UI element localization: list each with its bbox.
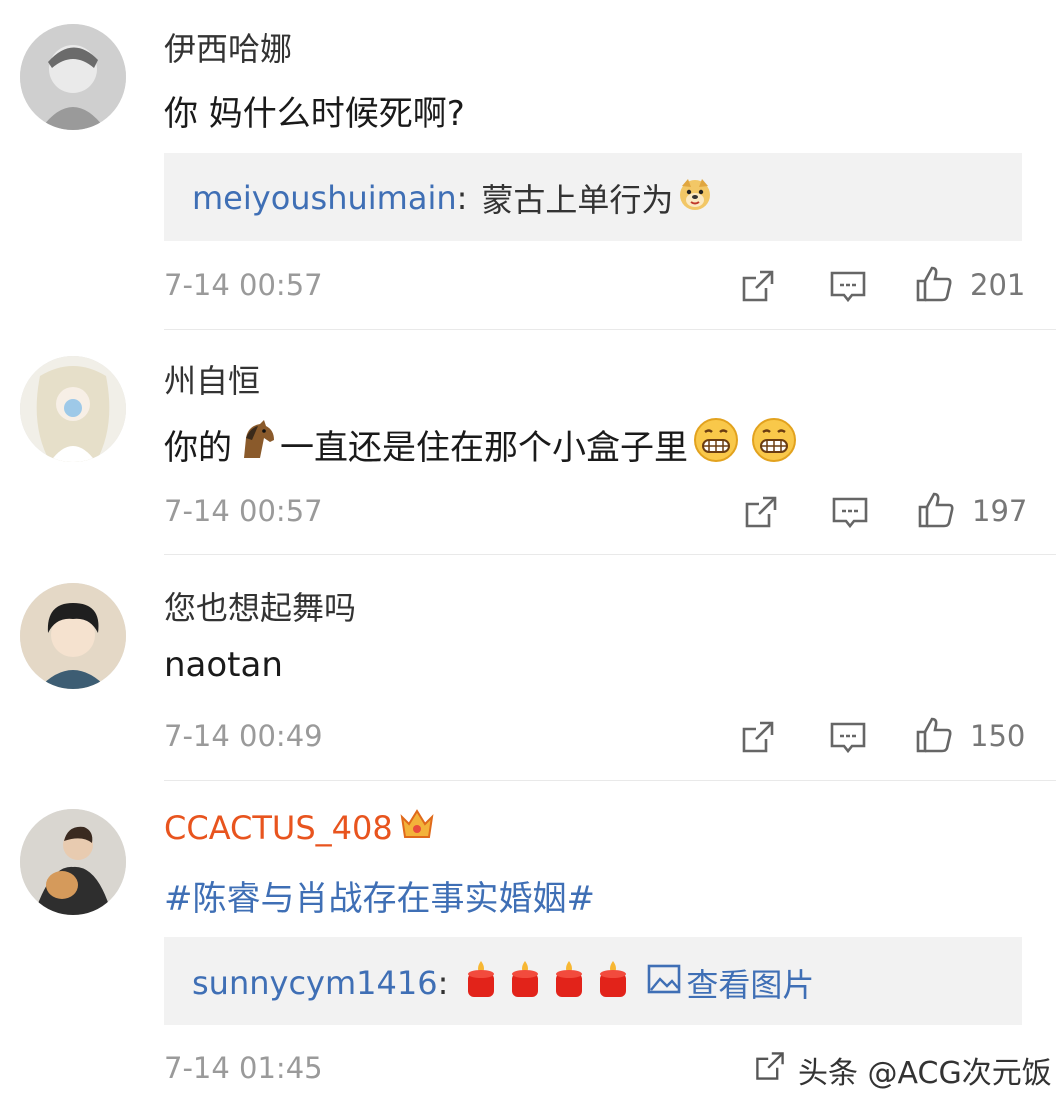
avatar[interactable] [20, 356, 126, 462]
like-icon[interactable] [914, 715, 954, 755]
avatar[interactable] [20, 809, 126, 915]
comment-icon[interactable] [828, 266, 868, 306]
view-image-link[interactable]: 查看图片 [646, 960, 814, 1006]
reply-box[interactable]: meiyoushuimain : 蒙古上单行为 [164, 153, 1022, 241]
username[interactable]: 州自恒 [164, 356, 260, 402]
candle-icon [596, 959, 630, 1007]
comment-text-part: 你的 [164, 428, 232, 468]
comment-text: 你的 一直还是住在那个小盒子里 [164, 416, 798, 473]
username[interactable]: CCACTUS_408 [164, 807, 435, 849]
comment-text-part: 一直还是住在那个小盒子里 [280, 428, 688, 468]
share-icon[interactable] [738, 266, 778, 306]
grin-emoji-icon [692, 416, 740, 473]
timestamp: 7-14 01:45 [164, 1051, 323, 1085]
like-icon[interactable] [916, 490, 956, 530]
reply-box[interactable]: sunnycym1416 : 查看图片 [164, 937, 1022, 1025]
like-count: 150 [970, 719, 1026, 753]
username[interactable]: 您也想起舞吗 [164, 583, 356, 629]
username[interactable]: 伊西哈娜 [164, 24, 292, 70]
avatar[interactable] [20, 24, 126, 130]
share-icon[interactable] [741, 492, 781, 532]
timestamp: 7-14 00:57 [164, 268, 323, 302]
username-label: CCACTUS_408 [164, 809, 393, 847]
like-count: 197 [972, 494, 1028, 528]
candle-icon [552, 959, 586, 1007]
like-count: 201 [970, 268, 1026, 302]
comment-3: 您也想起舞吗 naotan 7-14 00:49 150 [0, 555, 1056, 781]
image-icon [646, 962, 682, 1004]
like-icon[interactable] [914, 264, 954, 304]
view-image-label: 查看图片 [686, 966, 815, 1004]
comment-icon[interactable] [830, 492, 870, 532]
reply-separator: : [456, 179, 468, 217]
crown-badge-icon [399, 807, 435, 849]
candle-icon [508, 959, 542, 1007]
grin-emoji-icon [750, 416, 798, 473]
reply-text: 蒙古上单行为 [481, 181, 674, 219]
share-icon [752, 1048, 788, 1092]
share-icon[interactable] [738, 717, 778, 757]
horse-emoji-icon [234, 418, 278, 471]
comment-2: 州自恒 你的 一直还是住在那个小盒子里 7-14 00:57 197 [0, 330, 1056, 555]
reply-username[interactable]: meiyoushuimain [192, 179, 457, 217]
comment-icon[interactable] [828, 717, 868, 757]
topic-link[interactable]: #陈睿与肖战存在事实婚姻# [164, 871, 595, 920]
timestamp: 7-14 00:49 [164, 719, 323, 753]
watermark: 头条 @ACG次元饭 [752, 1048, 1052, 1092]
comment-text: 你 妈什么时候死啊? [164, 94, 465, 134]
reply-username[interactable]: sunnycym1416 [192, 964, 438, 1002]
comment-1: 伊西哈娜 你 妈什么时候死啊? meiyoushuimain : 蒙古上单行为 … [0, 0, 1056, 330]
comment-text: naotan [164, 645, 283, 685]
candle-icon [464, 959, 498, 1007]
avatar[interactable] [20, 583, 126, 689]
timestamp: 7-14 00:57 [164, 494, 323, 528]
watermark-text: 头条 @ACG次元饭 [798, 1056, 1052, 1091]
reply-separator: : [437, 964, 449, 1002]
doge-emoji-icon [677, 176, 713, 220]
